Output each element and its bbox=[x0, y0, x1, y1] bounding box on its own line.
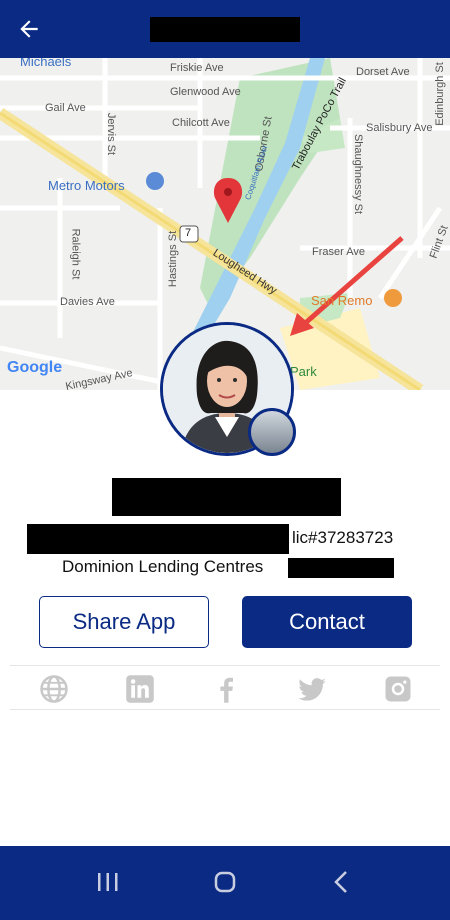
google-logo: Google bbox=[7, 359, 63, 376]
app-bar bbox=[0, 0, 450, 58]
facebook-icon[interactable] bbox=[211, 674, 241, 704]
twitter-icon[interactable] bbox=[297, 674, 327, 704]
recent-apps-icon[interactable] bbox=[88, 862, 128, 902]
license-name-redacted bbox=[27, 524, 289, 554]
license-number: lic#37283723 bbox=[292, 528, 394, 547]
map-label-shaughnessy: Shaughnessy St bbox=[352, 133, 365, 215]
map-label-edinburgh: Edinburgh St bbox=[433, 62, 446, 126]
map-label-raleigh: Raleigh St bbox=[69, 228, 82, 280]
arrow-left-icon[interactable] bbox=[16, 16, 42, 42]
map-label-friskie: Friskie Ave bbox=[170, 62, 224, 74]
company-suffix-redacted bbox=[288, 558, 394, 578]
map-label-chilcott: Chilcott Ave bbox=[172, 117, 230, 129]
home-icon[interactable] bbox=[205, 862, 245, 902]
map-label-metro-motors: Metro Motors bbox=[48, 178, 125, 193]
divider-bottom bbox=[10, 709, 440, 710]
map-label-salisbury: Salisbury Ave bbox=[366, 122, 433, 134]
map-label-michaels: Michaels bbox=[20, 58, 72, 69]
map-label-san-remo: San Remo bbox=[311, 293, 373, 308]
map-label-route: 7 bbox=[185, 227, 192, 239]
map-label-dorset: Dorset Ave bbox=[356, 66, 410, 78]
share-app-button[interactable]: Share App bbox=[39, 596, 209, 648]
company-badge-image bbox=[248, 408, 296, 456]
name-redacted bbox=[112, 478, 341, 516]
linkedin-icon[interactable] bbox=[125, 674, 155, 704]
map-label-park: Park bbox=[290, 364, 317, 379]
instagram-icon[interactable] bbox=[383, 674, 413, 704]
map-label-gail: Gail Ave bbox=[45, 102, 86, 114]
globe-icon[interactable] bbox=[39, 674, 69, 704]
map-label-hastings: Hastings St bbox=[167, 230, 180, 288]
map-label-davies: Davies Ave bbox=[60, 296, 115, 308]
title-redacted bbox=[150, 17, 300, 42]
divider-top bbox=[10, 665, 440, 666]
map-label-glenwood: Glenwood Ave bbox=[170, 86, 241, 98]
company-name: Dominion Lending Centres bbox=[62, 557, 264, 576]
contact-button[interactable]: Contact bbox=[242, 596, 412, 648]
map-label-jervis: Jervis St bbox=[105, 112, 118, 156]
map-label-fraser: Fraser Ave bbox=[312, 246, 365, 258]
system-nav-bar bbox=[0, 846, 450, 920]
back-nav-icon[interactable] bbox=[322, 862, 362, 902]
